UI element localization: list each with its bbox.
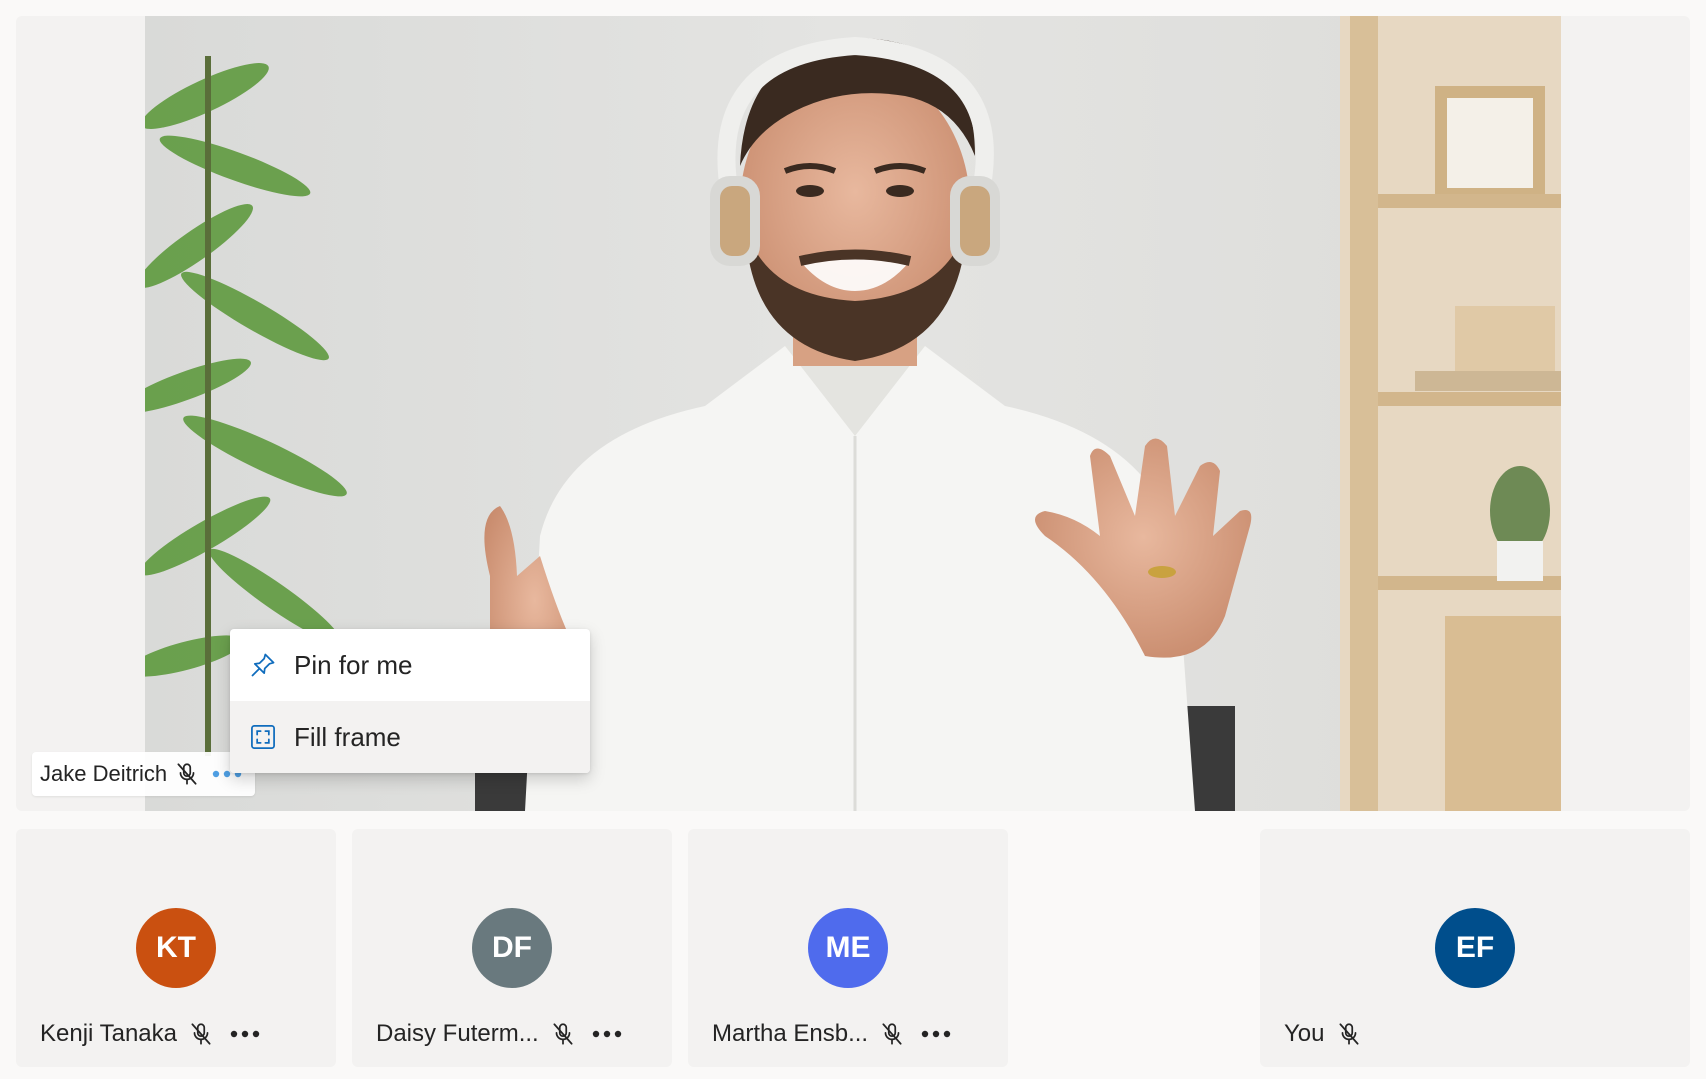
participant-tile[interactable]: DF Daisy Futerm... bbox=[352, 829, 672, 1067]
participant-tile[interactable]: ME Martha Ensb... bbox=[688, 829, 1008, 1067]
more-options-icon bbox=[230, 1030, 260, 1038]
menu-item-label: Fill frame bbox=[294, 721, 401, 752]
participant-label: Daisy Futerm... bbox=[376, 1014, 627, 1054]
more-options-button[interactable] bbox=[225, 1019, 265, 1049]
participant-name: Jake Deitrich bbox=[40, 761, 168, 786]
participant-context-menu: Pin for me Fill frame bbox=[230, 629, 590, 773]
avatar: ME bbox=[808, 908, 888, 988]
self-tile[interactable]: EF You bbox=[1260, 829, 1690, 1067]
fill-frame-icon bbox=[248, 722, 278, 752]
mic-off-icon bbox=[187, 1020, 215, 1048]
participant-tile[interactable]: KT Kenji Tanaka bbox=[16, 829, 336, 1067]
main-video-stage: Jake Deitrich Pin for me Fill frame bbox=[16, 16, 1690, 811]
menu-item-fill-frame[interactable]: Fill frame bbox=[230, 701, 590, 773]
more-options-button[interactable] bbox=[587, 1019, 627, 1049]
participant-name: Kenji Tanaka bbox=[40, 1020, 177, 1047]
avatar: EF bbox=[1435, 908, 1515, 988]
participant-label: Kenji Tanaka bbox=[40, 1014, 265, 1054]
participant-gallery: KT Kenji Tanaka DF Daisy Futerm... ME Ma… bbox=[0, 829, 1706, 1069]
participant-label: Martha Ensb... bbox=[712, 1014, 956, 1054]
participant-name: Daisy Futerm... bbox=[376, 1020, 539, 1047]
avatar: DF bbox=[472, 908, 552, 988]
mic-off-icon bbox=[878, 1020, 906, 1048]
more-options-icon bbox=[921, 1030, 951, 1038]
mic-off-icon bbox=[549, 1020, 577, 1048]
avatar: KT bbox=[136, 908, 216, 988]
pin-icon bbox=[248, 650, 278, 680]
mic-off-icon bbox=[173, 760, 201, 788]
menu-item-pin-for-me[interactable]: Pin for me bbox=[230, 629, 590, 701]
participant-name: You bbox=[1284, 1020, 1325, 1047]
mic-off-icon bbox=[1335, 1020, 1363, 1048]
menu-item-label: Pin for me bbox=[294, 649, 413, 680]
participant-label: You bbox=[1284, 1014, 1363, 1054]
participant-name-pill: Jake Deitrich bbox=[32, 752, 256, 796]
participant-name: Martha Ensb... bbox=[712, 1020, 869, 1047]
more-options-icon bbox=[592, 1030, 621, 1038]
more-options-button[interactable] bbox=[916, 1019, 956, 1049]
